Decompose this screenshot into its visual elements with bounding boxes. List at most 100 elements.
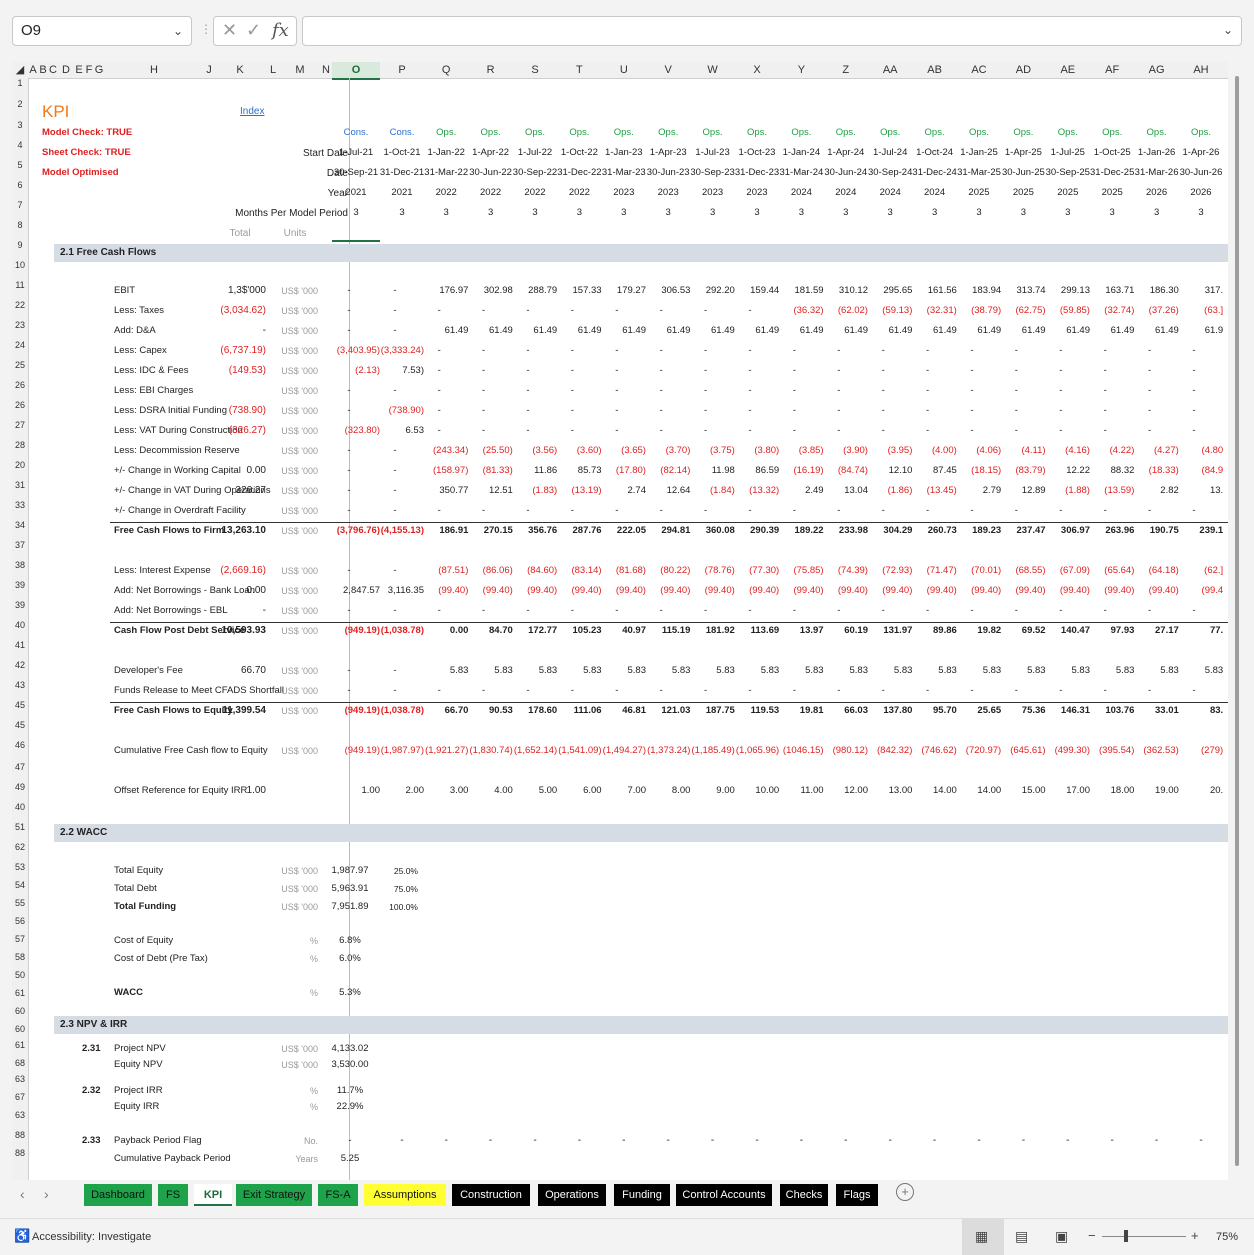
row-header[interactable]: 25 xyxy=(12,360,28,370)
row-header[interactable]: 63 xyxy=(12,1074,28,1084)
row-header[interactable]: 24 xyxy=(12,340,28,350)
sheet-tab-fs-a[interactable]: FS-A xyxy=(318,1184,358,1206)
wacc-value[interactable]: 5.3% xyxy=(328,986,372,1000)
row-header[interactable]: 88 xyxy=(12,1130,28,1140)
row-header[interactable]: 56 xyxy=(12,916,28,926)
wacc-value[interactable]: 6.0% xyxy=(328,952,372,966)
row-header[interactable]: 47 xyxy=(12,762,28,772)
prev-sheet-icon[interactable]: ‹ xyxy=(20,1186,25,1202)
column-header[interactable]: V xyxy=(646,62,690,78)
scroll-thumb[interactable] xyxy=(1235,76,1239,1166)
sheet-tab-kpi[interactable]: KPI xyxy=(194,1184,232,1206)
column-header[interactable]: N xyxy=(320,62,332,78)
expand-formula-icon[interactable]: ⌄ xyxy=(1223,23,1233,37)
sheet-tab-funding[interactable]: Funding xyxy=(614,1184,670,1206)
column-header[interactable]: Y xyxy=(779,62,823,78)
npv-value[interactable]: 4,133.02 xyxy=(328,1042,372,1056)
row-header[interactable]: 67 xyxy=(12,1092,28,1102)
column-header[interactable]: L xyxy=(266,62,280,78)
row-header[interactable]: 10 xyxy=(12,260,28,270)
column-header[interactable]: T xyxy=(557,62,601,78)
column-header[interactable]: A xyxy=(28,62,38,78)
column-header[interactable]: AC xyxy=(957,62,1001,78)
npv-value[interactable]: 3,530.00 xyxy=(328,1058,372,1072)
wacc-value[interactable]: 7,951.89 xyxy=(328,900,372,914)
row-header[interactable]: 20 xyxy=(12,460,28,470)
sheet-tab-dashboard[interactable]: Dashboard xyxy=(84,1184,152,1206)
column-header[interactable]: C xyxy=(48,62,58,78)
row-header[interactable]: 26 xyxy=(12,400,28,410)
column-header[interactable]: H xyxy=(104,62,204,78)
data-cell[interactable]: - xyxy=(1165,384,1223,398)
row-header[interactable]: 51 xyxy=(12,822,28,832)
selected-cell-outline[interactable] xyxy=(332,240,380,242)
spreadsheet-grid[interactable]: ◢ A B C D E F G H J K L M N O P Q R S T U V W X Y Z AA AB AC AD AE AF A… xyxy=(12,62,1228,1180)
accessibility-icon[interactable]: ♿ xyxy=(14,1229,30,1243)
row-header[interactable]: 11 xyxy=(12,280,28,290)
column-header[interactable]: AE xyxy=(1046,62,1090,78)
column-header[interactable]: O xyxy=(332,62,380,80)
data-cell[interactable]: 61.9 xyxy=(1165,324,1224,338)
zoom-slider[interactable] xyxy=(1102,1236,1186,1237)
row-header[interactable]: 61 xyxy=(12,988,28,998)
row-header[interactable]: 62 xyxy=(12,842,28,852)
column-header[interactable]: AD xyxy=(1001,62,1045,78)
row-header[interactable]: 40 xyxy=(12,802,28,812)
row-header[interactable]: 4 xyxy=(12,140,28,150)
row-header[interactable]: 27 xyxy=(12,420,28,430)
column-header[interactable]: W xyxy=(690,62,734,78)
data-cell[interactable]: - xyxy=(1165,364,1223,378)
column-header[interactable]: AB xyxy=(912,62,956,78)
column-header[interactable]: M xyxy=(280,62,320,78)
column-header[interactable]: E xyxy=(74,62,84,78)
row-header[interactable]: 31 xyxy=(12,480,28,490)
insert-function-icon[interactable]: fx xyxy=(272,20,289,41)
vertical-scrollbar[interactable] xyxy=(1230,62,1244,1180)
chevron-down-icon[interactable]: ⌄ xyxy=(173,17,183,45)
sheet-tab-fs[interactable]: FS xyxy=(158,1184,188,1206)
data-cell[interactable]: - xyxy=(1165,504,1223,518)
column-header[interactable]: AG xyxy=(1134,62,1178,78)
zoom-out-icon[interactable]: − xyxy=(1088,1229,1096,1243)
column-header[interactable]: X xyxy=(735,62,779,78)
row-header[interactable]: 34 xyxy=(12,520,28,530)
data-cell[interactable]: (62.] xyxy=(1165,564,1223,578)
data-cell[interactable]: 77. xyxy=(1165,624,1223,638)
data-cell[interactable]: (4.80 xyxy=(1165,444,1224,458)
row-header[interactable]: 26 xyxy=(12,380,28,390)
data-cell[interactable]: (99.4 xyxy=(1165,584,1224,598)
data-cell[interactable]: 317. xyxy=(1165,284,1224,298)
column-header[interactable]: F xyxy=(84,62,94,78)
page-break-icon[interactable]: ▣ xyxy=(1055,1229,1068,1243)
name-box[interactable]: O9 ⌄ xyxy=(12,16,192,46)
index-link[interactable]: Index xyxy=(240,105,264,119)
npv-value[interactable]: 22.9% xyxy=(328,1100,372,1114)
data-cell[interactable]: - xyxy=(1165,424,1223,438)
row-header[interactable]: 6 xyxy=(12,180,28,190)
sheet-tab-control-accounts[interactable]: Control Accounts xyxy=(676,1184,772,1206)
data-cell[interactable]: 5.83 xyxy=(1165,664,1224,678)
row-header[interactable]: 5 xyxy=(12,160,28,170)
payback-flag-cell[interactable]: - xyxy=(1175,1134,1227,1148)
npv-value[interactable]: - xyxy=(328,1134,372,1148)
row-header[interactable]: 45 xyxy=(12,720,28,730)
column-header[interactable]: P xyxy=(380,62,424,78)
data-cell[interactable]: (63.] xyxy=(1165,304,1223,318)
row-header[interactable]: 45 xyxy=(12,700,28,710)
row-header[interactable]: 53 xyxy=(12,862,28,872)
row-header[interactable]: 23 xyxy=(12,320,28,330)
data-cell[interactable]: 20. xyxy=(1165,784,1223,798)
data-cell[interactable]: - xyxy=(1165,344,1223,358)
enter-icon[interactable]: ✓ xyxy=(246,20,261,41)
formula-input[interactable]: ⌄ xyxy=(302,16,1242,46)
column-header[interactable]: Z xyxy=(824,62,868,78)
data-cell[interactable]: 239.1 xyxy=(1165,524,1223,538)
data-cell[interactable]: 13. xyxy=(1165,484,1223,498)
column-header[interactable]: AH xyxy=(1179,62,1223,78)
cancel-icon[interactable]: ✕ xyxy=(222,20,237,41)
wacc-value[interactable]: 5,963.91 xyxy=(328,882,372,896)
row-header[interactable]: 49 xyxy=(12,782,28,792)
column-header[interactable]: S xyxy=(513,62,557,78)
select-all-icon[interactable]: ◢ xyxy=(12,62,28,78)
data-cell[interactable]: (84.9 xyxy=(1165,464,1224,478)
